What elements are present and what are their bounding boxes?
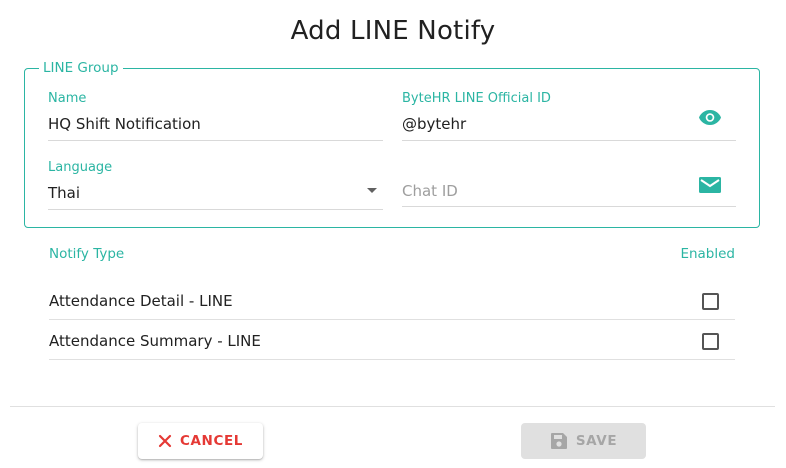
official-id-field[interactable]: ByteHR LINE Official ID @bytehr <box>402 91 736 141</box>
line-group-legend: LINE Group <box>39 60 123 76</box>
chat-id-input[interactable]: Chat ID <box>402 182 458 200</box>
notify-row: Attendance Detail - LINE <box>49 280 735 320</box>
official-id-label: ByteHR LINE Official ID <box>402 91 551 106</box>
notify-type-header: Notify Type <box>49 246 125 262</box>
cancel-button[interactable]: CANCEL <box>138 423 263 459</box>
official-id-input[interactable]: @bytehr <box>402 115 466 133</box>
footer-divider <box>10 406 775 407</box>
chat-id-field[interactable]: Chat ID <box>402 160 736 207</box>
enabled-header: Enabled <box>680 246 735 262</box>
notify-row-label: Attendance Summary - LINE <box>49 332 261 350</box>
close-icon <box>158 434 172 448</box>
name-label: Name <box>48 91 87 106</box>
save-label: SAVE <box>575 433 618 449</box>
save-icon <box>550 433 567 449</box>
eye-icon[interactable] <box>698 109 722 129</box>
save-button[interactable]: SAVE <box>521 423 646 459</box>
notify-row: Attendance Summary - LINE <box>49 320 735 360</box>
language-label: Language <box>48 160 113 175</box>
name-field[interactable]: Name HQ Shift Notification <box>48 91 383 141</box>
enabled-checkbox[interactable] <box>702 333 719 350</box>
language-value: Thai <box>48 184 81 202</box>
cancel-label: CANCEL <box>180 433 243 449</box>
name-input[interactable]: HQ Shift Notification <box>48 115 201 133</box>
mail-icon[interactable] <box>698 176 722 198</box>
dialog-title: Add LINE Notify <box>290 16 496 46</box>
notify-row-label: Attendance Detail - LINE <box>49 292 233 310</box>
language-select[interactable]: Language Thai <box>48 160 383 210</box>
enabled-checkbox[interactable] <box>702 293 719 310</box>
line-group-fieldset: LINE Group Name HQ Shift Notification By… <box>24 60 760 228</box>
chevron-down-icon[interactable] <box>367 188 377 193</box>
